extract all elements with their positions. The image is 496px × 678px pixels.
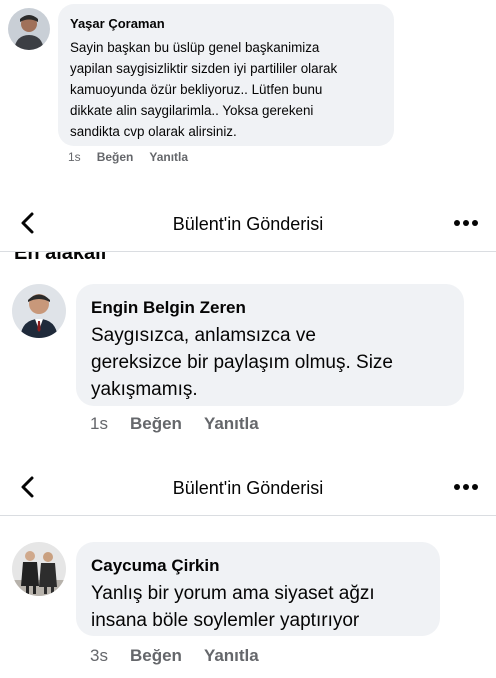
more-button[interactable] bbox=[452, 476, 480, 498]
comment-actions: 1s Beğen Yanıtla bbox=[90, 414, 259, 434]
comment-text: Saygısızca, anlamsızca ve gereksizce bir… bbox=[91, 325, 393, 400]
avatar[interactable] bbox=[8, 8, 50, 50]
comment-bubble[interactable]: Engin Belgin Zeren Saygısızca, anlamsızc… bbox=[76, 284, 464, 406]
comment-time[interactable]: 3s bbox=[90, 646, 108, 666]
comment-text: Yanlış bir yorum ama siyaset ağzı insana… bbox=[91, 583, 375, 631]
page-title: Bülent'in Gönderisi bbox=[172, 478, 324, 498]
comment-bubble[interactable]: Yaşar Çoraman Sayin başkan bu üslüp gene… bbox=[58, 4, 394, 146]
top-nav-bar: Bülent'in Gönderisi bbox=[0, 196, 496, 252]
more-button[interactable] bbox=[452, 212, 480, 234]
like-button[interactable]: Beğen bbox=[130, 414, 182, 434]
profile-photo bbox=[12, 284, 66, 338]
comment-author[interactable]: Engin Belgin Zeren bbox=[91, 298, 246, 318]
avatar[interactable] bbox=[12, 542, 66, 596]
comment-text: Sayin başkan bu üslüp genel başkanimiza … bbox=[70, 40, 338, 139]
avatar[interactable] bbox=[12, 284, 66, 338]
more-horizontal-icon bbox=[454, 484, 478, 490]
comment-time[interactable]: 1s bbox=[90, 414, 108, 434]
more-horizontal-icon bbox=[454, 220, 478, 226]
comment-actions: 3s Beğen Yanıtla bbox=[90, 646, 259, 666]
profile-photo bbox=[12, 542, 66, 596]
profile-photo bbox=[8, 8, 50, 50]
comment-section-1: Yaşar Çoraman Sayin başkan bu üslüp gene… bbox=[0, 0, 496, 190]
comment-bubble[interactable]: Caycuma Çirkin Yanlış bir yorum ama siya… bbox=[76, 542, 440, 636]
reply-button[interactable]: Yanıtla bbox=[204, 646, 259, 666]
top-nav-bar: Bülent'in Gönderisi bbox=[0, 460, 496, 516]
reply-button[interactable]: Yanıtla bbox=[204, 414, 259, 434]
like-button[interactable]: Beğen bbox=[130, 646, 182, 666]
comment-author[interactable]: Yaşar Çoraman bbox=[70, 16, 165, 31]
page-title: Bülent'in Gönderisi bbox=[172, 214, 324, 234]
comment-author[interactable]: Caycuma Çirkin bbox=[91, 556, 220, 576]
comment-actions: 1s Beğen Yanıtla bbox=[68, 150, 188, 164]
reply-button[interactable]: Yanıtla bbox=[149, 150, 188, 164]
comment-time[interactable]: 1s bbox=[68, 150, 81, 164]
like-button[interactable]: Beğen bbox=[97, 150, 134, 164]
post-section-2: En alakalı Bülent'in Gönderisi Engin Bel bbox=[0, 196, 496, 450]
post-section-3: Bülent'in Gönderisi Caycuma Çirkin Yanlı… bbox=[0, 460, 496, 678]
